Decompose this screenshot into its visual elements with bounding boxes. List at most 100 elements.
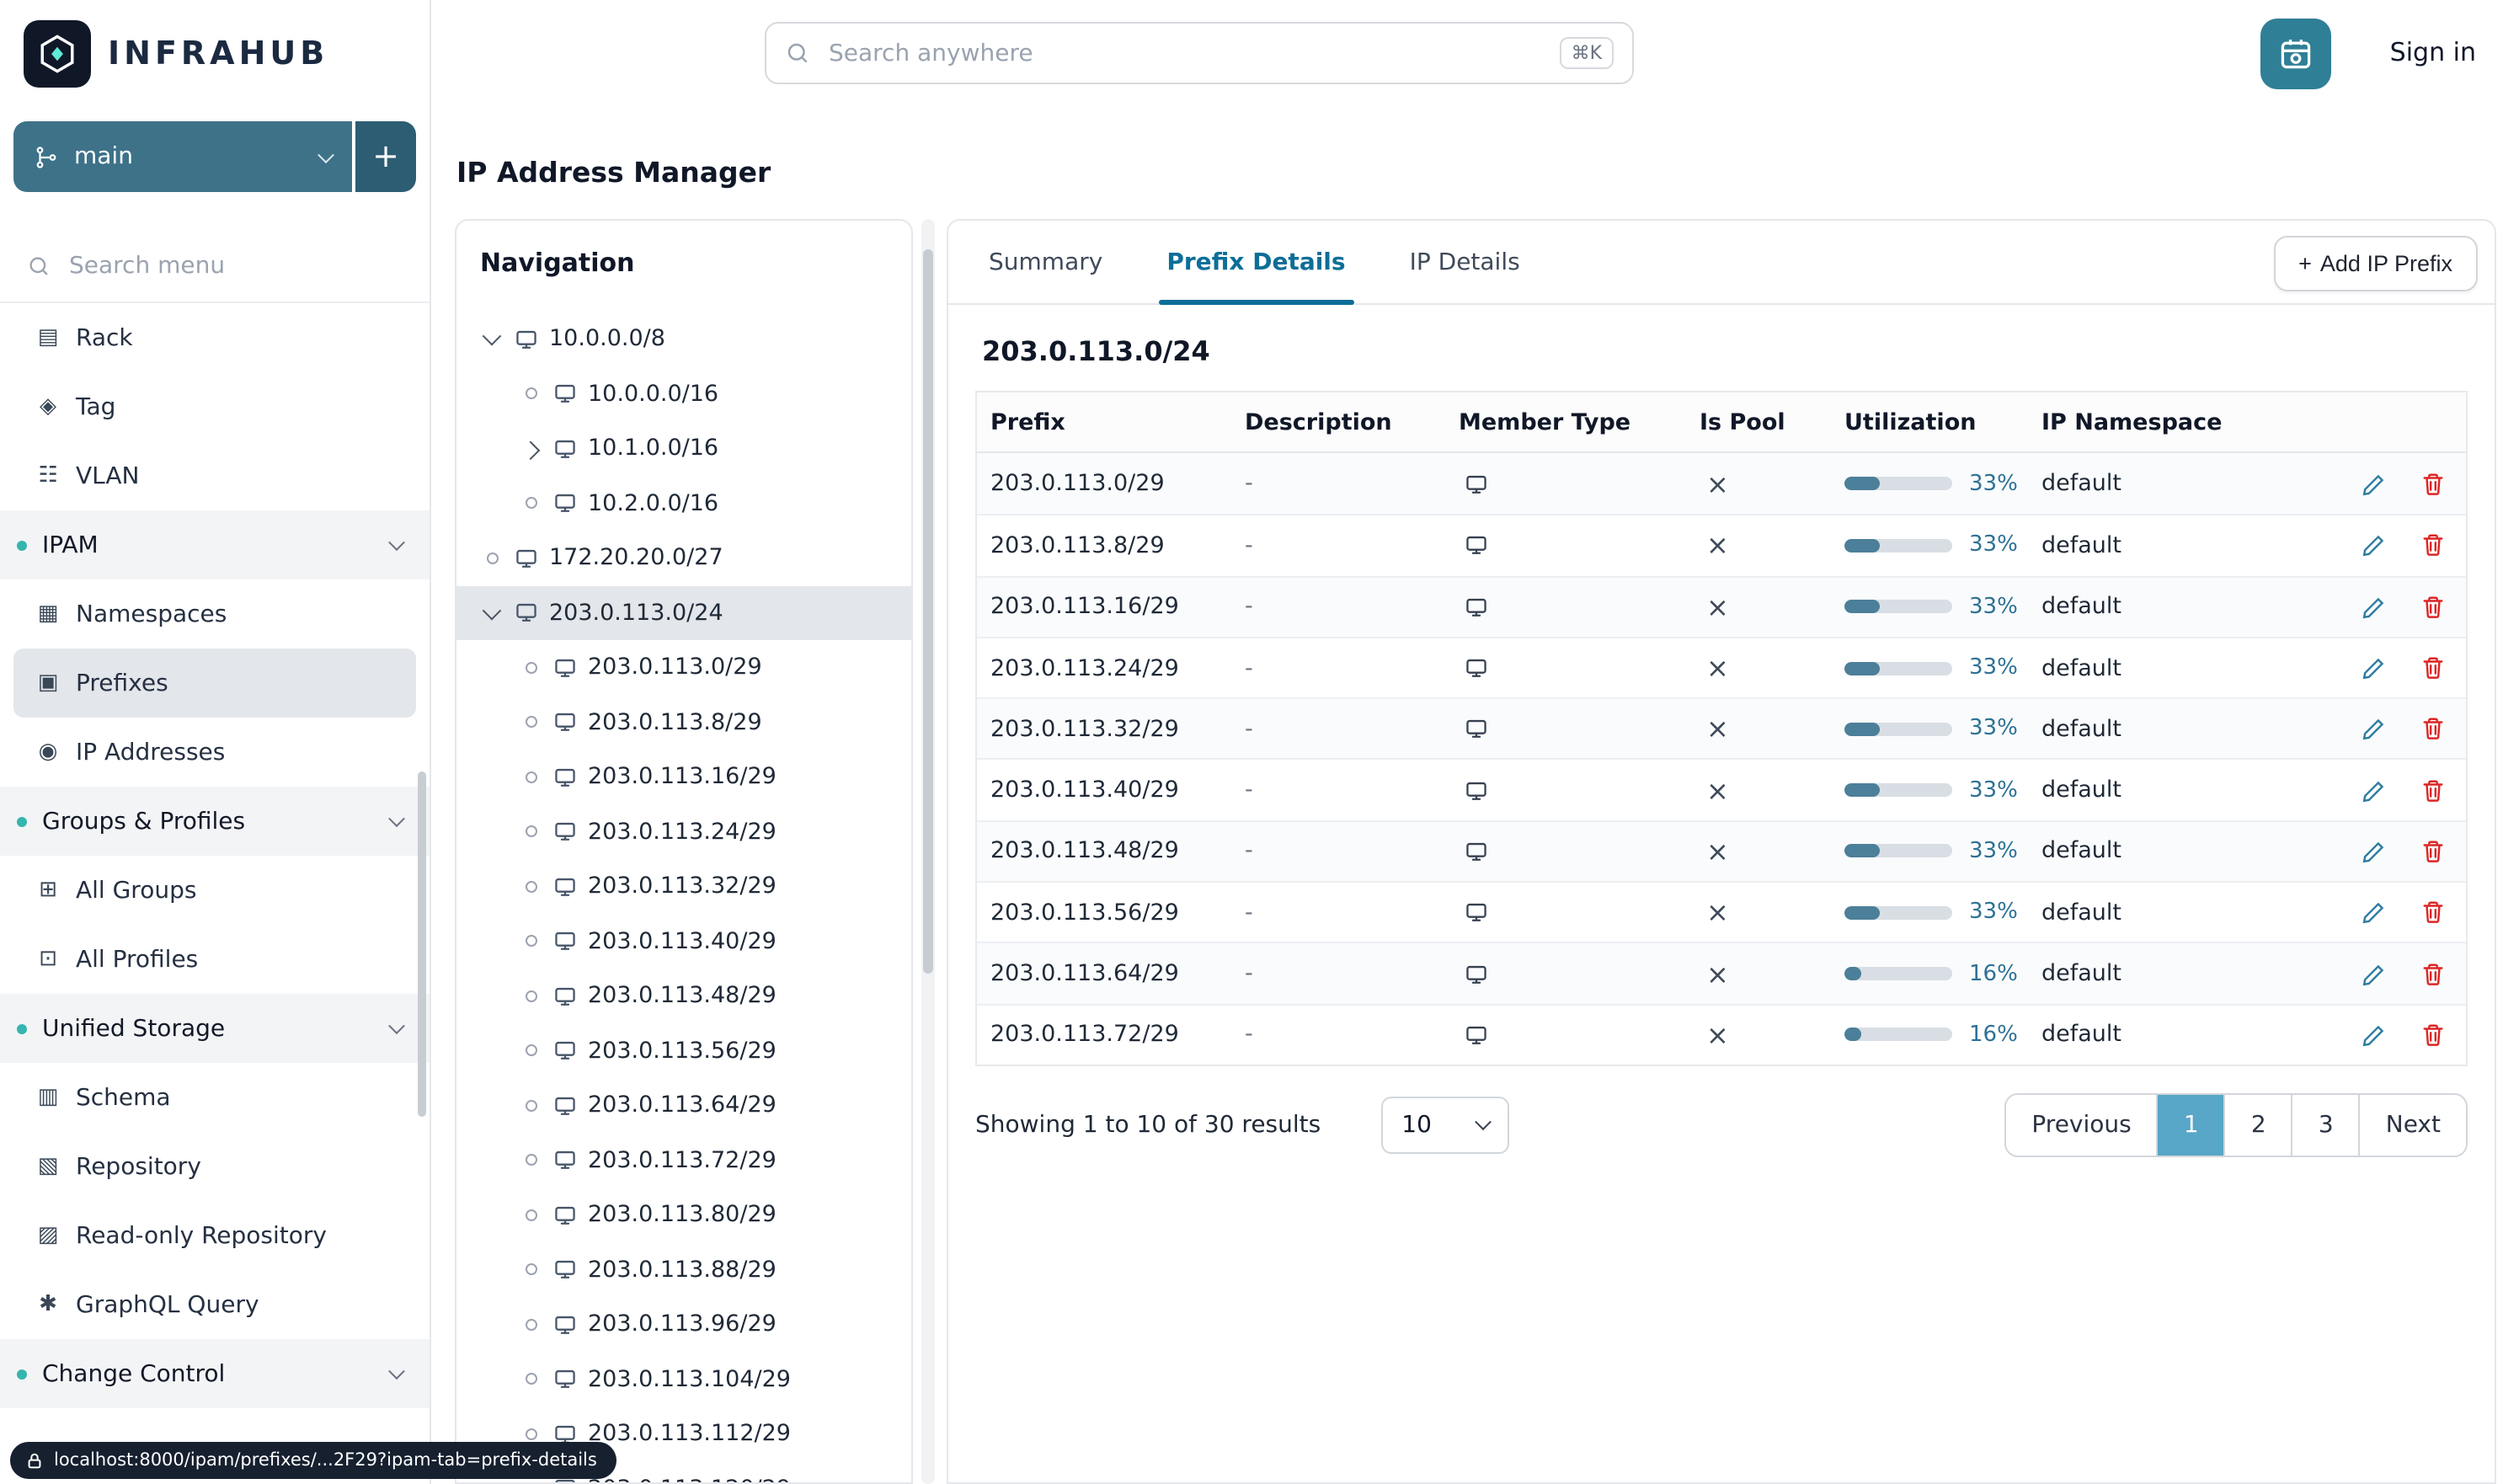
edit-icon[interactable] bbox=[2362, 777, 2387, 803]
sidebar-item-vlan[interactable]: ☷ VLAN bbox=[13, 441, 416, 510]
tree-item-203-0-113-16-29[interactable]: 203.0.113.16/29 bbox=[456, 750, 911, 804]
tree-item-10-1-0-0-16[interactable]: 10.1.0.0/16 bbox=[456, 421, 911, 476]
tab-summary[interactable]: Summary bbox=[989, 221, 1102, 303]
leaf-bullet[interactable] bbox=[519, 766, 542, 789]
chevron-down-icon[interactable] bbox=[480, 601, 504, 625]
add-ip-prefix-button[interactable]: + Add IP Prefix bbox=[2273, 236, 2478, 291]
tree-item-203-0-113-80-29[interactable]: 203.0.113.80/29 bbox=[456, 1188, 911, 1242]
page-button-1[interactable]: 1 bbox=[2156, 1094, 2224, 1156]
leaf-bullet[interactable] bbox=[519, 1039, 542, 1063]
tree-item-203-0-113-32-29[interactable]: 203.0.113.32/29 bbox=[456, 859, 911, 914]
delete-icon[interactable] bbox=[2420, 777, 2446, 803]
tree-item-203-0-113-64-29[interactable]: 203.0.113.64/29 bbox=[456, 1078, 911, 1133]
cell-prefix[interactable]: 203.0.113.32/29 bbox=[990, 716, 1245, 743]
sidebar-item-graphql-query[interactable]: ✱ GraphQL Query bbox=[13, 1270, 416, 1339]
cell-prefix[interactable]: 203.0.113.40/29 bbox=[990, 777, 1245, 803]
tree-item-10-0-0-0-16[interactable]: 10.0.0.0/16 bbox=[456, 366, 911, 421]
add-branch-button[interactable]: + bbox=[355, 121, 416, 192]
sidebar-section-unified-storage[interactable]: Unified Storage bbox=[0, 994, 430, 1063]
logo[interactable]: INFRAHUB bbox=[0, 0, 430, 108]
delete-icon[interactable] bbox=[2420, 594, 2446, 619]
tree-item-203-0-113-48-29[interactable]: 203.0.113.48/29 bbox=[456, 969, 911, 1023]
tree-item-203-0-113-8-29[interactable]: 203.0.113.8/29 bbox=[456, 695, 911, 750]
previous-button[interactable]: Previous bbox=[2006, 1094, 2157, 1156]
sidebar-item-ip-addresses[interactable]: ◉ IP Addresses bbox=[13, 718, 416, 787]
scrollbar-thumb[interactable] bbox=[923, 249, 933, 974]
sidebar-item-prefixes[interactable]: ▣ Prefixes bbox=[13, 649, 416, 718]
edit-icon[interactable] bbox=[2362, 1022, 2387, 1048]
edit-icon[interactable] bbox=[2362, 471, 2387, 496]
sidebar-section-ipam[interactable]: IPAM bbox=[0, 510, 430, 579]
sidebar-item-repository[interactable]: ▧ Repository bbox=[13, 1132, 416, 1201]
next-button[interactable]: Next bbox=[2358, 1094, 2466, 1156]
tree-item-203-0-113-56-29[interactable]: 203.0.113.56/29 bbox=[456, 1023, 911, 1078]
leaf-bullet[interactable] bbox=[519, 820, 542, 844]
cell-prefix[interactable]: 203.0.113.0/29 bbox=[990, 470, 1245, 497]
cell-prefix[interactable]: 203.0.113.16/29 bbox=[990, 593, 1245, 620]
leaf-bullet[interactable] bbox=[519, 985, 542, 1008]
tree-item-203-0-113-40-29[interactable]: 203.0.113.40/29 bbox=[456, 914, 911, 969]
edit-icon[interactable] bbox=[2362, 594, 2387, 619]
leaf-bullet[interactable] bbox=[519, 1368, 542, 1391]
page-size-select[interactable]: 10 bbox=[1381, 1096, 1510, 1154]
delete-icon[interactable] bbox=[2420, 655, 2446, 681]
tree-item-203-0-113-104-29[interactable]: 203.0.113.104/29 bbox=[456, 1352, 911, 1407]
cell-prefix[interactable]: 203.0.113.48/29 bbox=[990, 838, 1245, 865]
leaf-bullet[interactable] bbox=[519, 1149, 542, 1172]
page-button-2[interactable]: 2 bbox=[2223, 1094, 2292, 1156]
leaf-bullet[interactable] bbox=[519, 382, 542, 406]
chevron-right-icon[interactable] bbox=[519, 437, 542, 461]
delete-icon[interactable] bbox=[2420, 1022, 2446, 1048]
sign-in-link[interactable]: Sign in bbox=[2390, 37, 2476, 67]
sidebar-item-tag[interactable]: ◈ Tag bbox=[13, 372, 416, 441]
delete-icon[interactable] bbox=[2420, 899, 2446, 925]
global-search-input[interactable] bbox=[825, 38, 1545, 68]
tree-item-203-0-113-88-29[interactable]: 203.0.113.88/29 bbox=[456, 1242, 911, 1297]
edit-icon[interactable] bbox=[2362, 533, 2387, 558]
sidebar-section-change-control[interactable]: Change Control bbox=[0, 1339, 430, 1408]
delete-icon[interactable] bbox=[2420, 533, 2446, 558]
navigation-scrollbar[interactable] bbox=[921, 219, 935, 1484]
branch-selector[interactable]: main bbox=[13, 121, 352, 192]
delete-icon[interactable] bbox=[2420, 717, 2446, 742]
leaf-bullet[interactable] bbox=[519, 1094, 542, 1118]
sidebar-item-all-groups[interactable]: ⊞ All Groups bbox=[13, 856, 416, 925]
leaf-bullet[interactable] bbox=[519, 1258, 542, 1282]
leaf-bullet[interactable] bbox=[519, 1313, 542, 1337]
leaf-bullet[interactable] bbox=[519, 1204, 542, 1227]
edit-icon[interactable] bbox=[2362, 839, 2387, 864]
tree-item-10-2-0-0-16[interactable]: 10.2.0.0/16 bbox=[456, 476, 911, 531]
cell-prefix[interactable]: 203.0.113.8/29 bbox=[990, 532, 1245, 559]
leaf-bullet[interactable] bbox=[519, 492, 542, 515]
leaf-bullet[interactable] bbox=[519, 875, 542, 899]
sidebar-scrollbar[interactable] bbox=[418, 771, 426, 1117]
leaf-bullet[interactable] bbox=[519, 656, 542, 680]
leaf-bullet[interactable] bbox=[519, 930, 542, 953]
tree-item-203-0-113-0-29[interactable]: 203.0.113.0/29 bbox=[456, 640, 911, 695]
delete-icon[interactable] bbox=[2420, 471, 2446, 496]
sidebar-section-groups-profiles[interactable]: Groups & Profiles bbox=[0, 787, 430, 856]
cell-prefix[interactable]: 203.0.113.64/29 bbox=[990, 960, 1245, 987]
tab-prefix-details[interactable]: Prefix Details bbox=[1158, 221, 1354, 305]
tree-item-172-20-20-0-27[interactable]: 172.20.20.0/27 bbox=[456, 531, 911, 585]
sidebar-item-namespaces[interactable]: ▦ Namespaces bbox=[13, 579, 416, 649]
global-search[interactable]: ⌘K bbox=[765, 22, 1634, 84]
delete-icon[interactable] bbox=[2420, 839, 2446, 864]
chevron-down-icon[interactable] bbox=[480, 328, 504, 351]
edit-icon[interactable] bbox=[2362, 899, 2387, 925]
tree-item-203-0-113-24-29[interactable]: 203.0.113.24/29 bbox=[456, 804, 911, 859]
cell-prefix[interactable]: 203.0.113.24/29 bbox=[990, 654, 1245, 681]
cell-prefix[interactable]: 203.0.113.72/29 bbox=[990, 1022, 1245, 1049]
leaf-bullet[interactable] bbox=[480, 547, 504, 570]
edit-icon[interactable] bbox=[2362, 717, 2387, 742]
edit-icon[interactable] bbox=[2362, 961, 2387, 986]
sidebar-search[interactable] bbox=[0, 229, 430, 303]
cell-prefix[interactable]: 203.0.113.56/29 bbox=[990, 899, 1245, 926]
delete-icon[interactable] bbox=[2420, 961, 2446, 986]
sidebar-item-all-profiles[interactable]: ⊡ All Profiles bbox=[13, 925, 416, 994]
leaf-bullet[interactable] bbox=[519, 711, 542, 734]
sidebar-search-input[interactable] bbox=[66, 250, 352, 280]
sidebar-item-rack[interactable]: ▤ Rack bbox=[13, 303, 416, 372]
edit-icon[interactable] bbox=[2362, 655, 2387, 681]
sidebar-item-schema[interactable]: ▥ Schema bbox=[13, 1063, 416, 1132]
